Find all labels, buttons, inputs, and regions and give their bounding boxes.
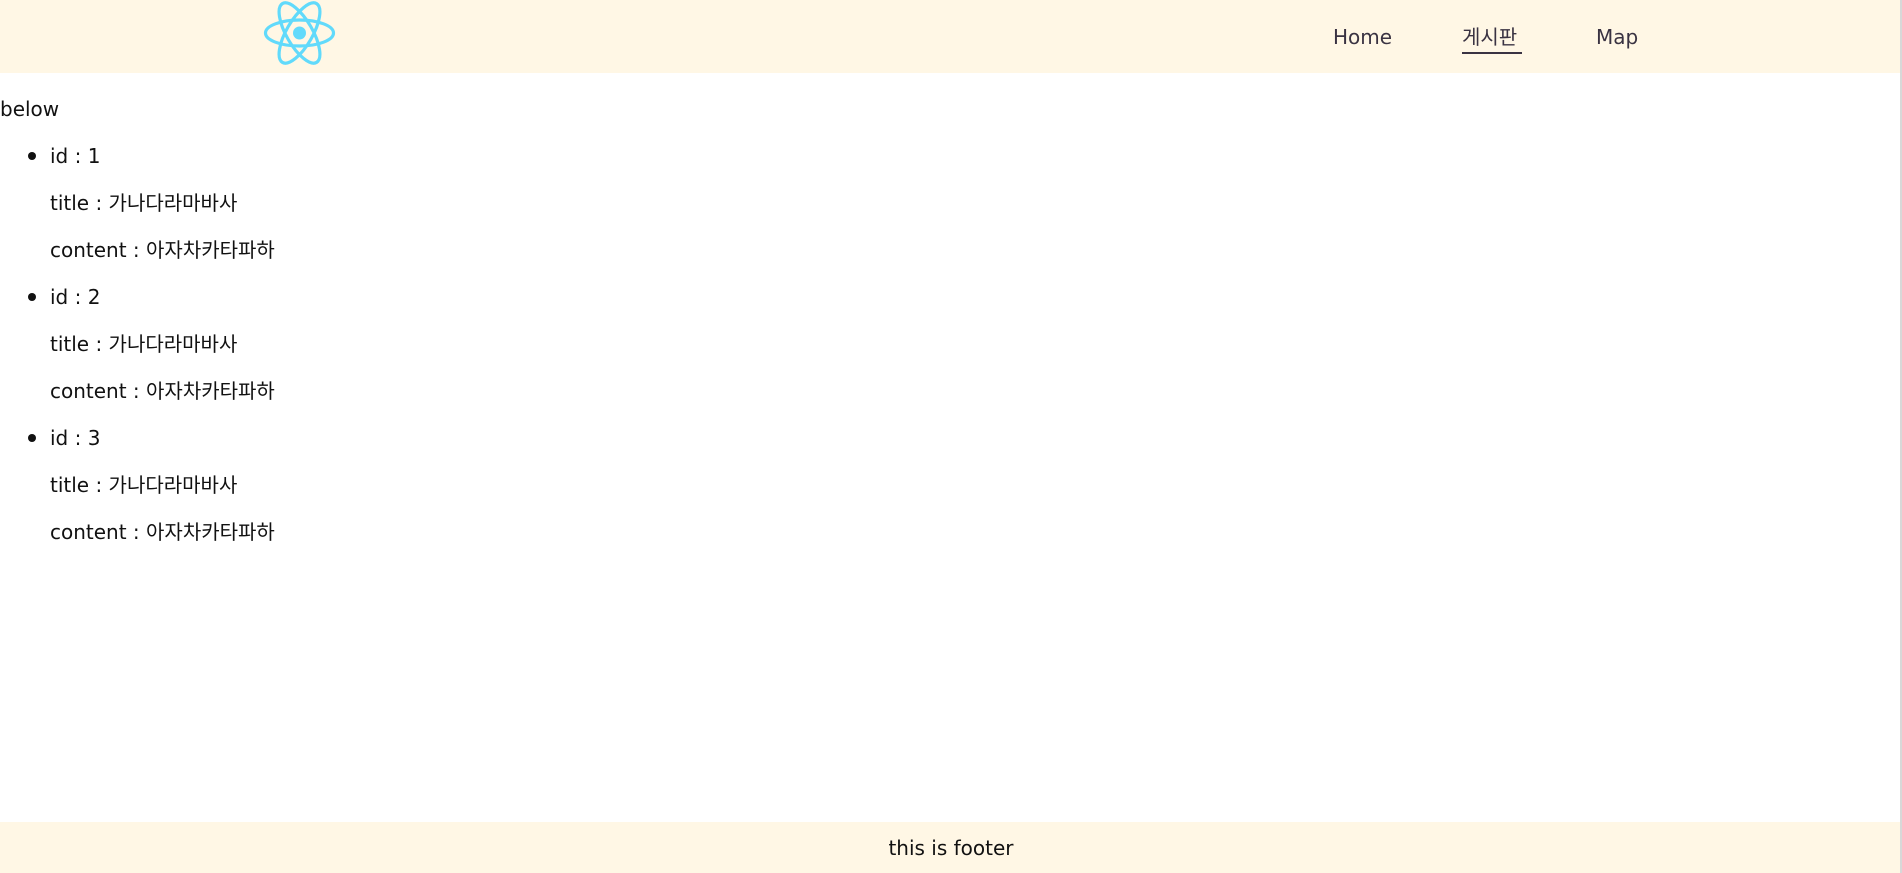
list-bullet (28, 152, 36, 160)
nav-active-underline (1462, 52, 1522, 54)
post-id: id : 1 (50, 144, 101, 168)
post-title: title : 가나다라마바사 (50, 191, 238, 215)
site-header: Home 게시판 Map (0, 0, 1902, 73)
post-title: title : 가나다라마바사 (50, 473, 238, 497)
react-logo-icon[interactable] (263, 0, 336, 66)
app-root: Home 게시판 Map below id : 1 title : 가나다라마바… (0, 0, 1902, 873)
post-item: id : 2 title : 가나다라마바사 content : 아자차카타파하 (0, 214, 600, 403)
nav-board-link[interactable]: 게시판 (1462, 24, 1517, 50)
site-footer: this is footer (0, 822, 1902, 873)
nav-home-link[interactable]: Home (1333, 24, 1392, 50)
list-bullet (28, 434, 36, 442)
post-item: id : 3 title : 가나다라마바사 content : 아자차카타파하 (0, 355, 600, 544)
footer-text: this is footer (888, 836, 1014, 860)
post-content: content : 아자차카타파하 (50, 520, 275, 544)
post-item: id : 1 title : 가나다라마바사 content : 아자차카타파하 (0, 73, 600, 262)
post-id: id : 3 (50, 426, 101, 450)
post-id: id : 2 (50, 285, 101, 309)
nav-map-link[interactable]: Map (1596, 24, 1638, 50)
post-title: title : 가나다라마바사 (50, 332, 238, 356)
list-bullet (28, 293, 36, 301)
